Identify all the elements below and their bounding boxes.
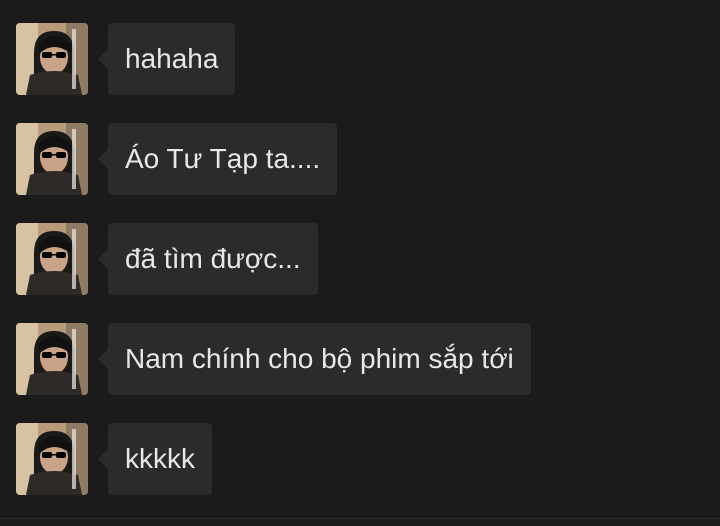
message-bubble[interactable]: Nam chính cho bộ phim sắp tới xyxy=(98,323,531,395)
avatar-photo-icon xyxy=(16,323,88,395)
message-row: hahaha xyxy=(16,23,236,95)
avatar[interactable] xyxy=(16,23,88,95)
message-row: kkkkk xyxy=(16,423,212,495)
avatar-photo-icon xyxy=(16,223,88,295)
message-text: Nam chính cho bộ phim sắp tới xyxy=(125,343,514,374)
avatar[interactable] xyxy=(16,123,88,195)
avatar[interactable] xyxy=(16,323,88,395)
message-bubble[interactable]: hahaha xyxy=(97,23,236,95)
message-text: hahaha xyxy=(125,43,219,74)
message-text: kkkkk xyxy=(125,443,195,474)
message-bubble[interactable]: Áo Tư Tạp ta.... xyxy=(97,123,338,195)
divider xyxy=(0,518,720,519)
message-row: đã tìm được... xyxy=(16,223,318,295)
message-text: đã tìm được... xyxy=(125,243,301,274)
avatar[interactable] xyxy=(16,223,88,295)
chat-window: hahaha Áo Tư Tạp ta.... đã tìm được... N… xyxy=(0,0,720,526)
message-bubble[interactable]: đã tìm được... xyxy=(98,223,318,295)
avatar-photo-icon xyxy=(16,123,88,195)
avatar-photo-icon xyxy=(16,23,88,95)
avatar[interactable] xyxy=(16,423,88,495)
avatar-photo-icon xyxy=(16,423,88,495)
message-row: Áo Tư Tạp ta.... xyxy=(16,123,338,195)
message-bubble[interactable]: kkkkk xyxy=(98,423,212,495)
message-text: Áo Tư Tạp ta.... xyxy=(125,143,321,174)
message-row: Nam chính cho bộ phim sắp tới xyxy=(16,323,531,395)
